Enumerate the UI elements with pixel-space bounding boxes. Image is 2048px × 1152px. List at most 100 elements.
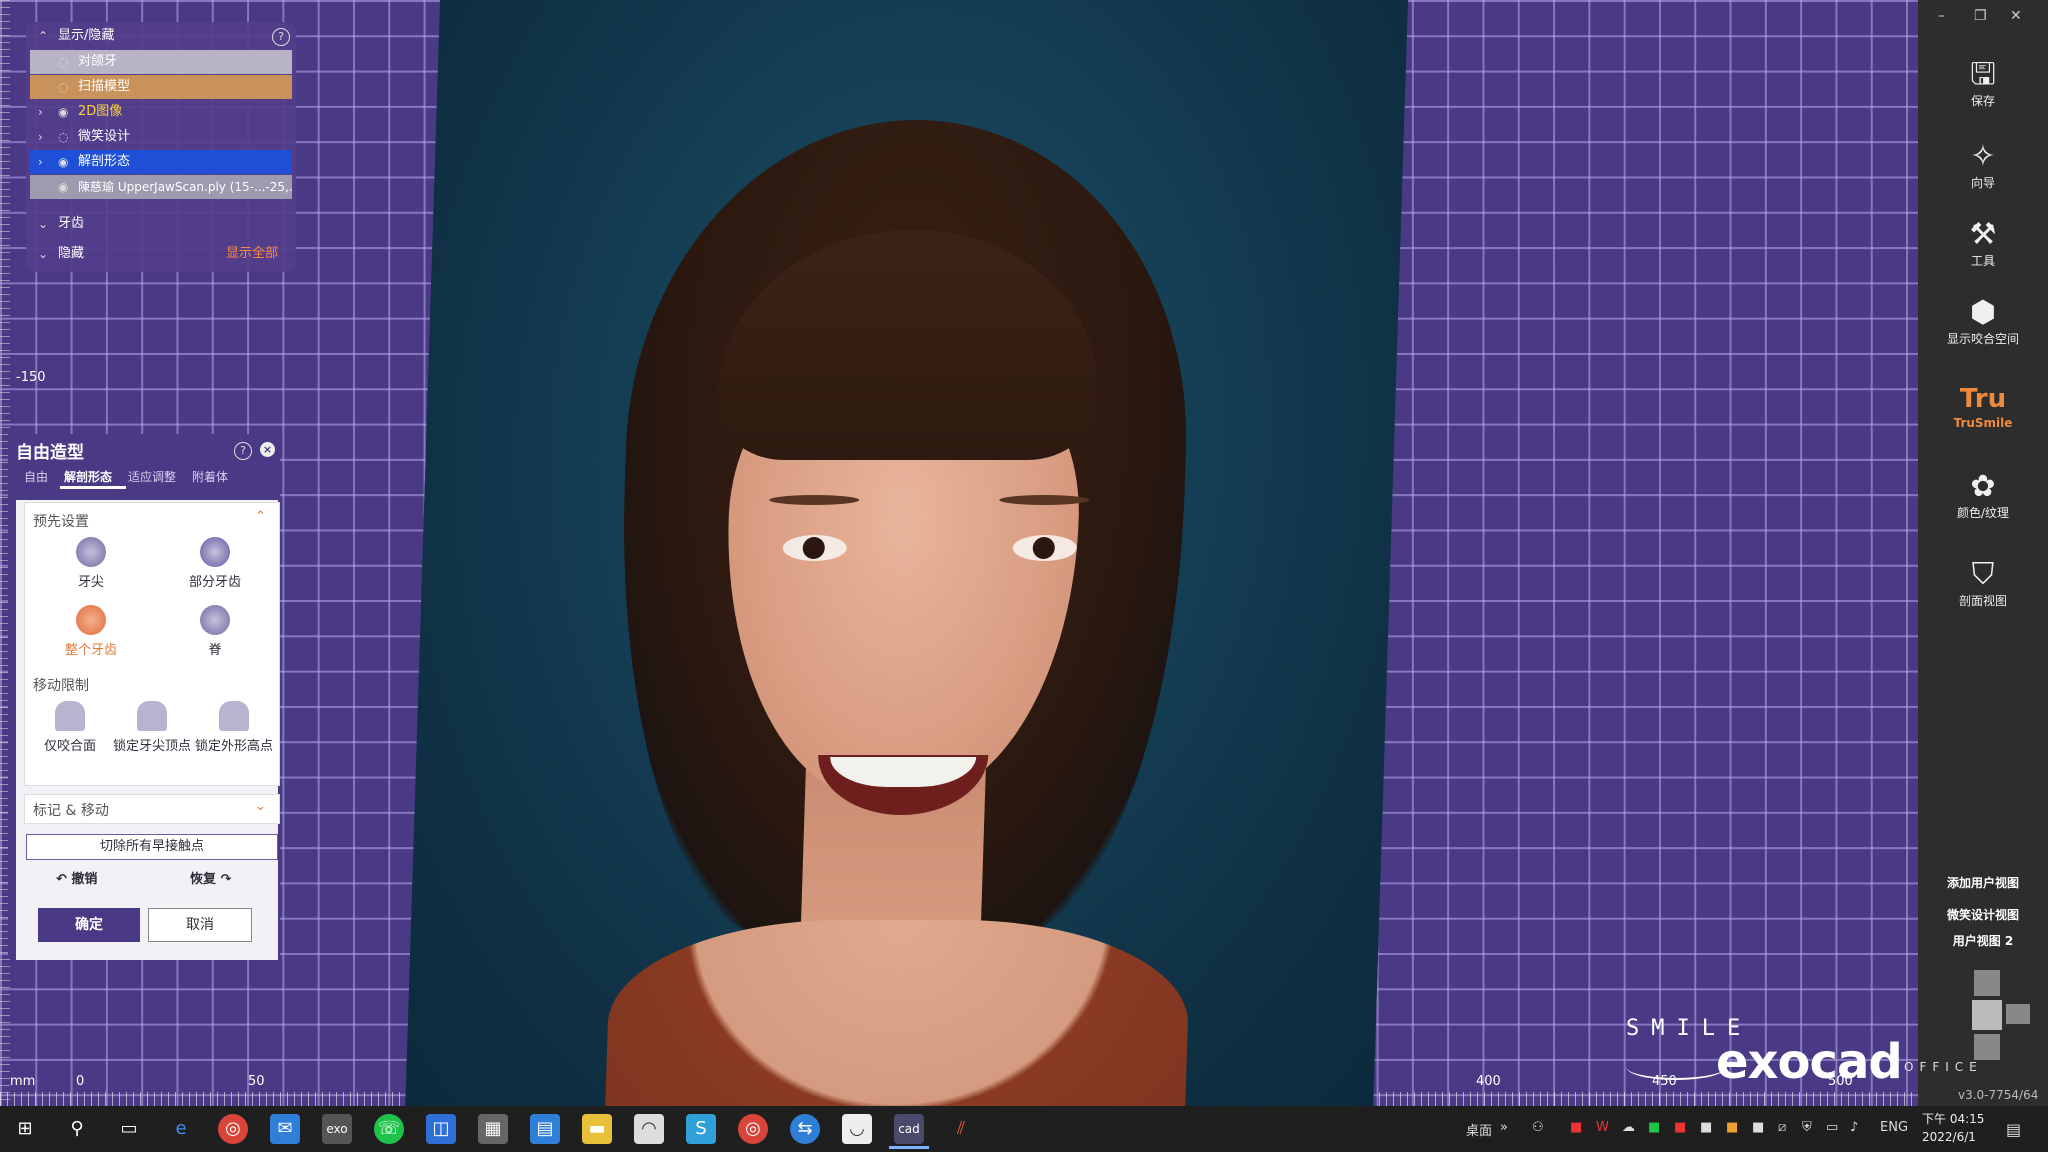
ok-button[interactable]: 确定 — [38, 908, 140, 942]
mark-move-section[interactable]: 标记 & 移动 ⌄ — [24, 794, 280, 824]
window-close-icon[interactable]: ✕ — [2010, 8, 2022, 24]
visibility-group-teeth[interactable]: ⌄ 牙齿 — [30, 212, 292, 236]
view-right-arrow-icon[interactable] — [2006, 1004, 2030, 1024]
visibility-row-antagonist[interactable]: ◌ 对颌牙 — [30, 50, 292, 74]
limit-occlusal-only[interactable]: 仅咬合面 — [25, 701, 115, 754]
notification-icon[interactable]: ▤ — [2006, 1120, 2021, 1139]
preset-section: 预先设置 ⌃ 牙尖 部分牙齿 整个牙齿 脊 移动限制 仅咬合面 锁定牙尖顶点 锁… — [24, 502, 280, 786]
eye-hidden-icon[interactable]: ◌ — [58, 75, 68, 99]
limit-lock-cusp-tip[interactable]: 锁定牙尖顶点 — [107, 701, 197, 754]
wechat-icon[interactable]: ☁ — [1622, 1120, 1635, 1135]
save-button[interactable]: 🖫 保存 — [1918, 58, 2048, 109]
task-view-icon[interactable]: ▭ — [114, 1114, 144, 1144]
windows-start-icon[interactable]: ⊞ — [10, 1114, 40, 1144]
exocad-cad-icon[interactable]: cad — [894, 1114, 924, 1144]
view-top-arrow-icon[interactable] — [1974, 970, 2000, 996]
teeth-design[interactable] — [829, 757, 977, 787]
network-off-icon[interactable]: ⧄ — [1778, 1120, 1786, 1135]
tray-app-icon[interactable]: ■ — [1570, 1120, 1582, 1135]
tray-app-icon[interactable]: ■ — [1700, 1120, 1712, 1135]
preset-ridge[interactable]: 脊 — [170, 605, 260, 658]
language-indicator[interactable]: ENG — [1880, 1120, 1908, 1135]
eye-hidden-icon[interactable]: ◌ — [58, 50, 68, 74]
preset-partial-tooth[interactable]: 部分牙齿 — [170, 537, 260, 590]
line-icon[interactable]: ☏ — [374, 1114, 404, 1144]
tray-app-icon[interactable]: ■ — [1674, 1120, 1686, 1135]
chrome-icon[interactable]: ◎ — [218, 1114, 248, 1144]
trusmile-button[interactable]: Tru TruSmile — [1918, 382, 2048, 430]
chevron-right-icon[interactable]: › — [38, 150, 43, 174]
calendar-icon[interactable]: ▤ — [530, 1114, 560, 1144]
tab-adapt[interactable]: 适应调整 — [128, 468, 176, 485]
user-view-2-link[interactable]: 用户视图 2 — [1918, 932, 2048, 949]
shield-icon[interactable]: ⛨ — [1802, 1120, 1812, 1135]
tab-anatomy[interactable]: 解剖形态 — [64, 468, 112, 485]
smile-design-view-link[interactable]: 微笑设计视图 — [1918, 906, 2048, 923]
taskbar-clock[interactable]: 下午 04:15 2022/6/1 — [1922, 1110, 1984, 1146]
mail-icon[interactable]: ✉ — [270, 1114, 300, 1144]
exo-app-icon[interactable]: exo — [322, 1114, 352, 1144]
people-icon[interactable]: ⚇ — [1532, 1120, 1544, 1135]
show-all-link[interactable]: 显示全部 — [226, 242, 278, 266]
chevron-down-icon[interactable]: ⌄ — [255, 799, 266, 814]
chrome-profile-icon[interactable]: ◎ — [738, 1114, 768, 1144]
tools-button[interactable]: ⚒ 工具 — [1918, 218, 2048, 269]
chevron-up-icon[interactable]: ⌃ — [255, 509, 266, 524]
s-app-icon[interactable]: S — [686, 1114, 716, 1144]
restore-icon[interactable]: ❐ — [1974, 8, 1987, 24]
eye-icon[interactable]: ◉ — [58, 175, 68, 199]
remote-app-icon[interactable]: ◫ — [426, 1114, 456, 1144]
redo-button[interactable]: 恢复 ↷ — [190, 868, 231, 887]
visibility-row-smile-design[interactable]: › ◌ 微笑设计 — [30, 125, 292, 149]
preset-cusp[interactable]: 牙尖 — [46, 537, 136, 590]
section-view-button[interactable]: ⛉ 剖面视图 — [1918, 558, 2048, 609]
visibility-row-2d-image[interactable]: › ◉ 2D图像 — [30, 100, 292, 124]
tray-app-icon[interactable]: ■ — [1726, 1120, 1738, 1135]
minimize-icon[interactable]: – — [1938, 8, 1945, 24]
search-icon[interactable]: ⚲ — [62, 1114, 92, 1144]
visibility-row-scan-model[interactable]: ◌ 扫描模型 — [30, 75, 292, 99]
preset-whole-tooth[interactable]: 整个牙齿 — [46, 605, 136, 658]
dental-app-icon[interactable]: ◡ — [842, 1114, 872, 1144]
design-app-icon[interactable]: ⫽ — [946, 1114, 976, 1144]
line-tray-icon[interactable]: ■ — [1648, 1120, 1660, 1135]
wizard-button[interactable]: ✧ 向导 — [1918, 140, 2048, 191]
chevron-right-icon[interactable]: » — [1500, 1120, 1508, 1135]
show-occlusion-space-button[interactable]: ⬢ 显示咬合空间 — [1918, 296, 2048, 347]
color-texture-button[interactable]: ✿ 颜色/纹理 — [1918, 470, 2048, 521]
visibility-row-upper-jaw-scan[interactable]: ◉ 陳慈瑜 UpperJawScan.ply (15-...-25,... — [30, 175, 292, 199]
desktop-toolbar-label[interactable]: 桌面 — [1466, 1120, 1492, 1139]
view-orientation-widget[interactable] — [1942, 970, 2032, 1070]
limit-lock-contour[interactable]: 锁定外形高点 — [189, 701, 279, 754]
chevron-right-icon[interactable]: › — [38, 100, 43, 124]
undo-button[interactable]: ↶ 撤销 — [56, 868, 97, 887]
visibility-group-hidden[interactable]: ⌄ 隐藏 显示全部 — [30, 242, 292, 266]
cut-early-contacts-button[interactable]: 切除所有早接触点 — [26, 834, 278, 860]
tray-app-icon[interactable]: W — [1596, 1120, 1609, 1135]
patient-photo[interactable] — [405, 0, 1408, 1106]
cancel-button[interactable]: 取消 — [148, 908, 252, 942]
calculator-icon[interactable]: ▦ — [478, 1114, 508, 1144]
occlusion-icon: ⬢ — [1969, 295, 1997, 330]
tab-free[interactable]: 自由 — [24, 468, 48, 485]
visibility-header[interactable]: ⌃ 显示/隐藏 — [30, 24, 292, 48]
add-user-view-link[interactable]: 添加用户视图 — [1918, 874, 2048, 891]
eye-hidden-icon[interactable]: ◌ — [58, 125, 68, 149]
volume-icon[interactable]: ♪ — [1850, 1120, 1858, 1135]
view-bottom-arrow-icon[interactable] — [1974, 1034, 2000, 1060]
tooth-app-icon[interactable]: ◠ — [634, 1114, 664, 1144]
file-explorer-icon[interactable]: ▬ — [582, 1114, 612, 1144]
help-icon[interactable]: ? — [234, 442, 252, 460]
close-icon[interactable]: × — [260, 442, 275, 457]
tray-app-icon[interactable]: ■ — [1752, 1120, 1764, 1135]
chevron-right-icon[interactable]: › — [38, 125, 43, 149]
eye-icon[interactable]: ◉ — [58, 100, 68, 124]
tab-attachment[interactable]: 附着体 — [192, 468, 228, 485]
eye-icon[interactable]: ◉ — [58, 150, 68, 174]
visibility-row-anatomy[interactable]: › ◉ 解剖形态 — [30, 150, 292, 174]
network-icon[interactable]: ▭ — [1826, 1120, 1838, 1135]
edge-icon[interactable]: e — [166, 1114, 196, 1144]
teamviewer-icon[interactable]: ⇆ — [790, 1114, 820, 1144]
view-cube-center[interactable] — [1972, 1000, 2002, 1030]
help-icon[interactable]: ? — [272, 28, 290, 46]
